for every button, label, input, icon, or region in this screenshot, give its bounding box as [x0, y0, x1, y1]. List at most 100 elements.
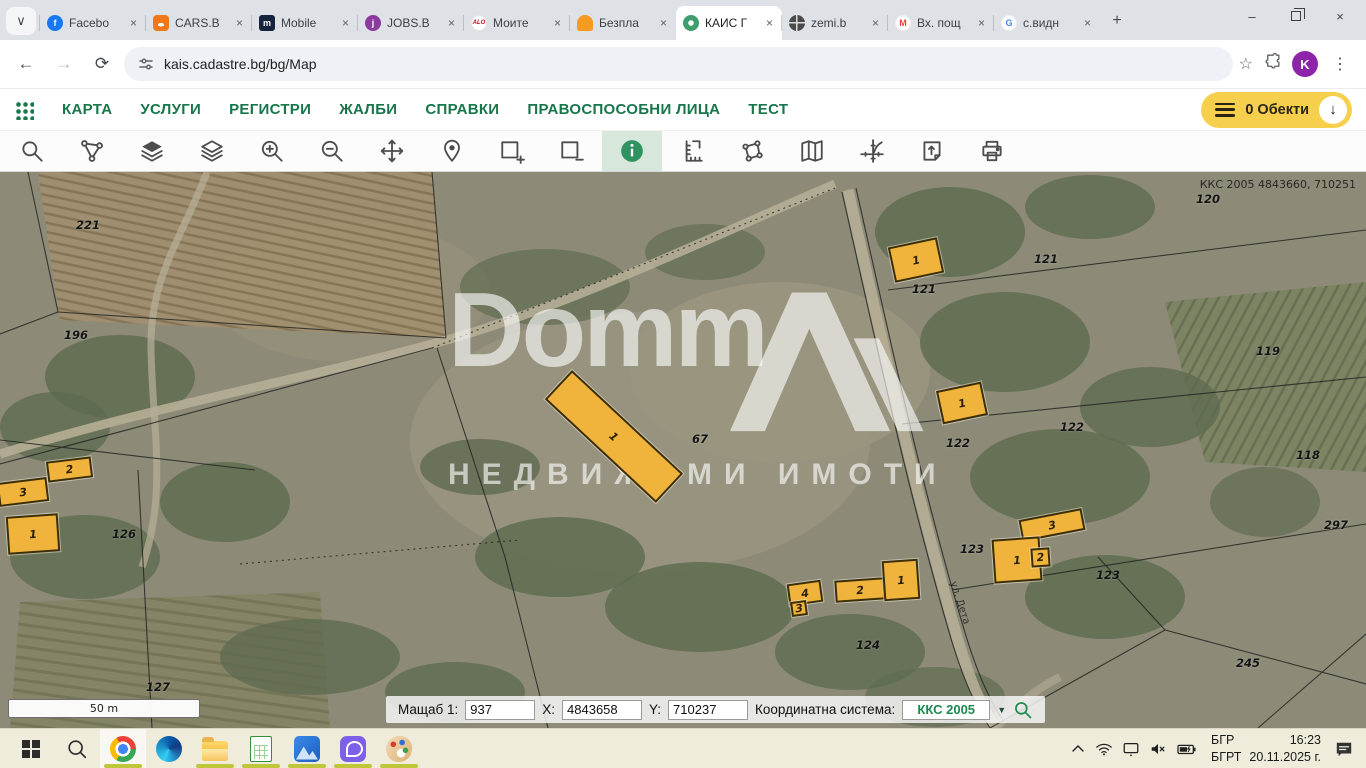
export-tool-button[interactable]	[902, 131, 962, 171]
tab-close-icon[interactable]: ×	[976, 16, 987, 30]
taskbar-explorer-button[interactable]	[192, 729, 238, 768]
select-remove-tool-button[interactable]	[542, 131, 602, 171]
info-tool-button[interactable]	[602, 131, 662, 171]
grid-crosshair-icon	[859, 138, 885, 164]
map-toolbar	[0, 130, 1366, 172]
coordinates-search-button[interactable]	[1013, 700, 1033, 720]
tab-facebook[interactable]: f Facebo ×	[40, 6, 146, 40]
gmail-favicon: M	[895, 15, 911, 31]
extensions-icon[interactable]	[1263, 52, 1282, 76]
search-tool-button[interactable]	[2, 131, 62, 171]
start-button[interactable]	[8, 729, 54, 768]
tab-gmail[interactable]: M Вх. пощ ×	[888, 6, 994, 40]
select-add-tool-button[interactable]	[482, 131, 542, 171]
taskbar-photos-button[interactable]	[284, 729, 330, 768]
nav-item-zhalbi[interactable]: ЖАЛБИ	[339, 101, 397, 118]
zoom-in-tool-button[interactable]	[242, 131, 302, 171]
globe-favicon	[789, 15, 805, 31]
objects-expand-button[interactable]: ↓	[1319, 96, 1347, 124]
tab-kais-active[interactable]: КАИС Г ×	[676, 6, 782, 40]
tab-close-icon[interactable]: ×	[764, 16, 775, 30]
location-pin-icon	[439, 138, 465, 164]
window-close-button[interactable]: ×	[1318, 0, 1362, 32]
nav-item-karta[interactable]: КАРТА	[62, 101, 112, 118]
facebook-favicon: f	[47, 15, 63, 31]
tab-close-icon[interactable]: ×	[340, 16, 351, 30]
kais-favicon	[683, 15, 699, 31]
taskbar-chrome-button[interactable]	[100, 729, 146, 768]
tab-close-icon[interactable]: ×	[1082, 16, 1093, 30]
overview-map-tool-button[interactable]	[782, 131, 842, 171]
tab-bazar[interactable]: Безпла ×	[570, 6, 676, 40]
site-settings-icon[interactable]	[138, 56, 154, 72]
pan-tool-button[interactable]	[362, 131, 422, 171]
tab-close-icon[interactable]: ×	[128, 16, 139, 30]
nav-item-uslugi[interactable]: УСЛУГИ	[140, 101, 201, 118]
taskbar-calc-button[interactable]	[238, 729, 284, 768]
measure-length-tool-button[interactable]	[662, 131, 722, 171]
coordinate-grid-tool-button[interactable]	[842, 131, 902, 171]
nav-item-test[interactable]: ТЕСТ	[748, 101, 788, 118]
tab-close-icon[interactable]: ×	[658, 16, 669, 30]
window-maximize-button[interactable]	[1274, 0, 1318, 32]
layers-filled-tool-button[interactable]	[122, 131, 182, 171]
tab-zemi[interactable]: zemi.b ×	[782, 6, 888, 40]
y-coordinate-input[interactable]	[668, 700, 748, 720]
url-omnibox[interactable]: kais.cadastre.bg/bg/Map	[124, 47, 1233, 81]
apps-grid-icon[interactable]	[14, 100, 34, 120]
crs-select[interactable]: ККС 2005	[902, 700, 990, 720]
photos-icon	[294, 736, 320, 762]
taskbar-paint-button[interactable]	[376, 729, 422, 768]
print-tool-button[interactable]	[962, 131, 1022, 171]
taskbar-clock[interactable]: БГР 16:23 БГРТ 20.11.2025 г.	[1207, 732, 1325, 765]
notifications-icon[interactable]	[1334, 740, 1354, 758]
tab-mobile[interactable]: m Mobile ×	[252, 6, 358, 40]
nav-item-pravosposobni-litsa[interactable]: ПРАВОСПОСОБНИ ЛИЦА	[527, 101, 720, 118]
scale-input[interactable]	[465, 700, 535, 720]
crs-dropdown-icon[interactable]: ▼	[997, 705, 1006, 715]
tab-alo[interactable]: ALO Моите ×	[464, 6, 570, 40]
volume-muted-icon[interactable]	[1149, 740, 1167, 758]
taskbar-search-button[interactable]	[54, 729, 100, 768]
back-button[interactable]: ←	[10, 48, 42, 80]
tab-close-icon[interactable]: ×	[234, 16, 245, 30]
new-tab-button[interactable]: +	[1104, 8, 1130, 34]
bookmark-star-icon[interactable]: ☆	[1239, 54, 1253, 74]
tab-close-icon[interactable]: ×	[870, 16, 881, 30]
route-tool-button[interactable]	[62, 131, 122, 171]
tab-close-icon[interactable]: ×	[446, 16, 457, 30]
window-minimize-button[interactable]: –	[1230, 0, 1274, 32]
taskbar-viber-button[interactable]	[330, 729, 376, 768]
x-coordinate-input[interactable]	[562, 700, 642, 720]
measure-area-tool-button[interactable]	[722, 131, 782, 171]
profile-avatar[interactable]: K	[1292, 51, 1318, 77]
export-page-icon	[919, 138, 945, 164]
parcel-label: 123	[960, 542, 984, 556]
zoom-out-tool-button[interactable]	[302, 131, 362, 171]
select-rect-add-icon	[499, 138, 525, 164]
map-statusbar: Мащаб 1: X: Y: Координатна система: ККС …	[386, 696, 1045, 723]
cast-display-icon[interactable]	[1122, 740, 1140, 758]
browser-menu-icon[interactable]: ⋮	[1328, 54, 1352, 74]
tab-close-icon[interactable]: ×	[552, 16, 563, 30]
restore-icon	[1291, 11, 1301, 21]
reload-button[interactable]: ⟳	[86, 48, 118, 80]
tab-cars[interactable]: CARS.B ×	[146, 6, 252, 40]
y-label: Y:	[649, 702, 661, 717]
objects-button[interactable]: 0 Обекти ↓	[1201, 92, 1352, 128]
window-controls: – ×	[1230, 0, 1362, 32]
tab-google-search[interactable]: G с.видн ×	[994, 6, 1100, 40]
locate-tool-button[interactable]	[422, 131, 482, 171]
wifi-icon[interactable]	[1095, 740, 1113, 758]
map-viewport[interactable]: Domm НЕДВИЖИМИ ИМОТИ ККС 2005 4843660, 7…	[0, 172, 1366, 728]
forward-button[interactable]: →	[48, 48, 80, 80]
nav-item-registri[interactable]: РЕГИСТРИ	[229, 101, 311, 118]
tab-search-button[interactable]: ∨	[6, 7, 36, 35]
tray-expand-icon[interactable]	[1070, 741, 1086, 757]
edge-icon	[156, 736, 182, 762]
nav-item-spravki[interactable]: СПРАВКИ	[425, 101, 499, 118]
tab-jobs[interactable]: j JOBS.B ×	[358, 6, 464, 40]
battery-charging-icon[interactable]	[1176, 740, 1198, 758]
taskbar-edge-button[interactable]	[146, 729, 192, 768]
layers-tool-button[interactable]	[182, 131, 242, 171]
